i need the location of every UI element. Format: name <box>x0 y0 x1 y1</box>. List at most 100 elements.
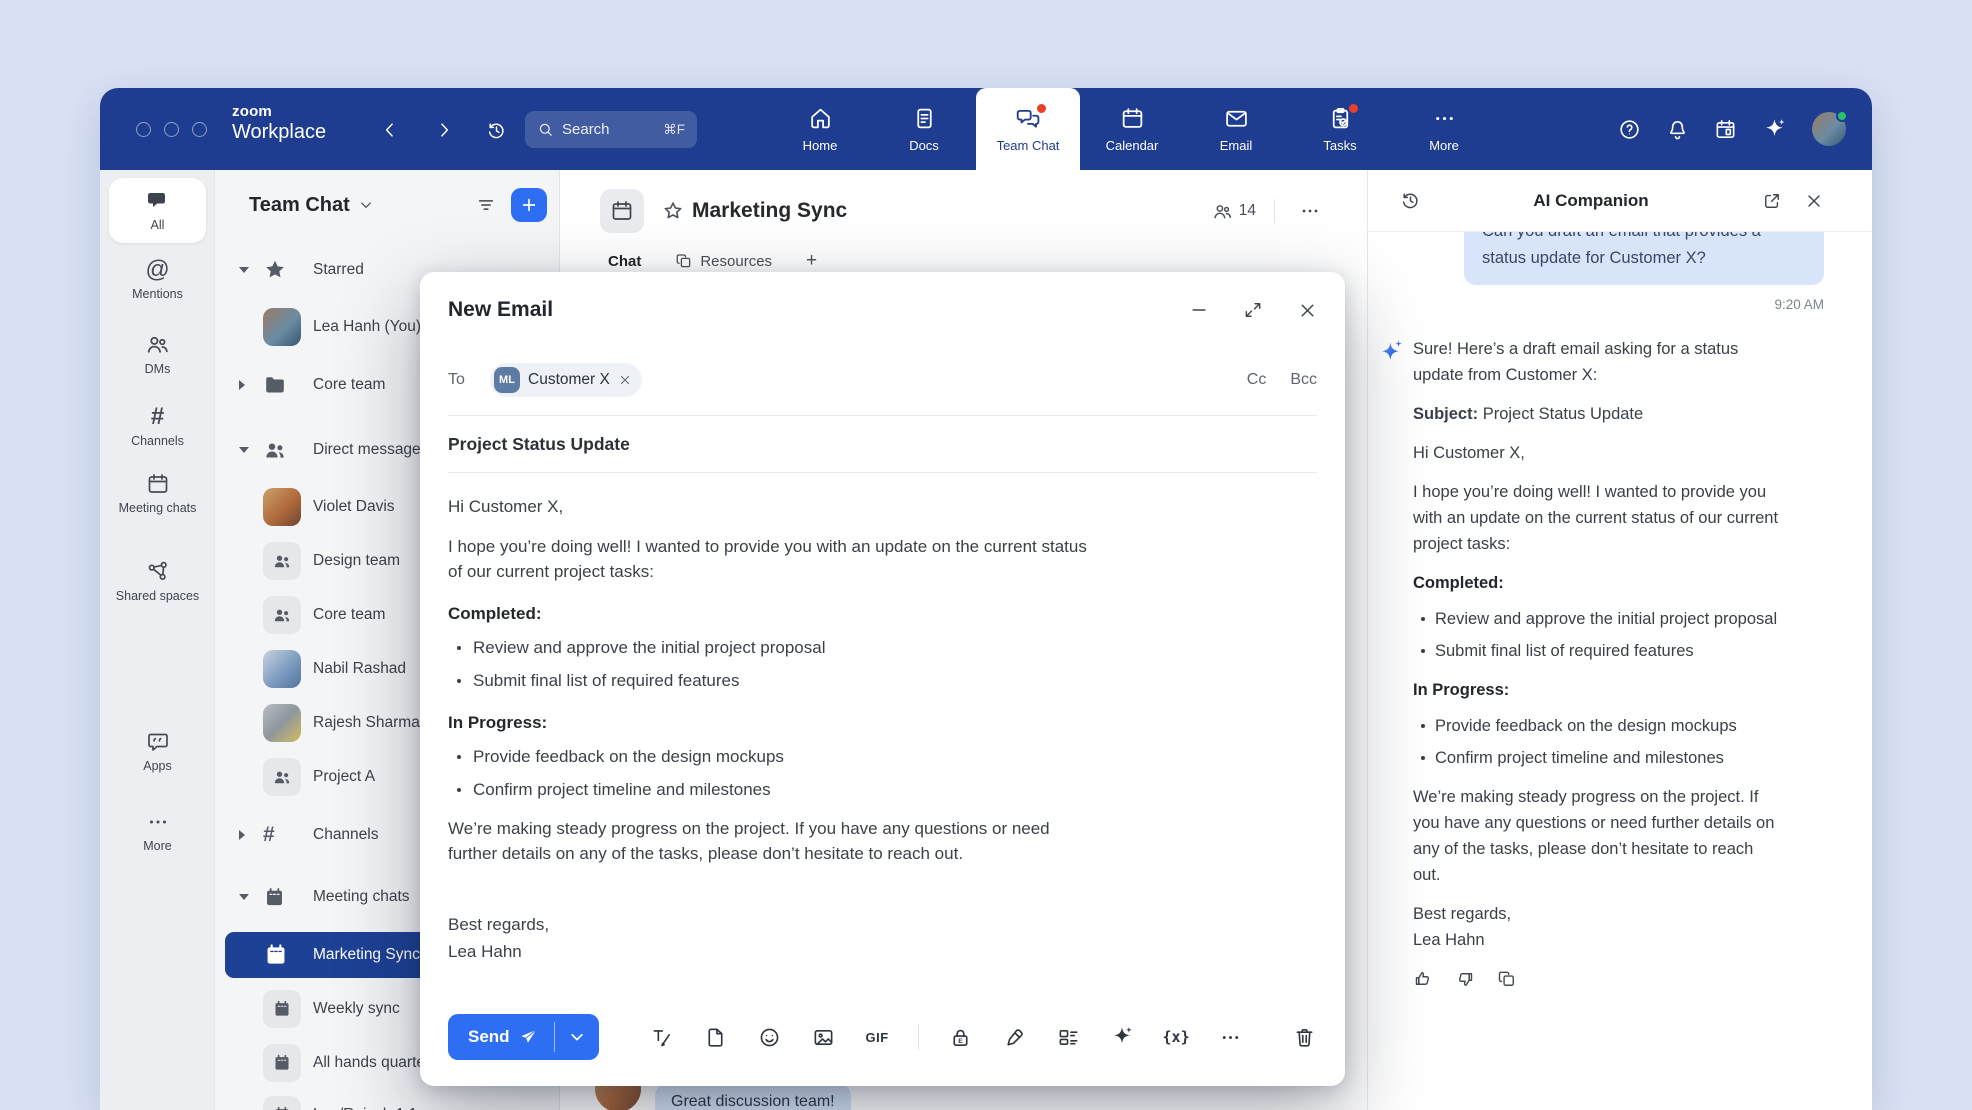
variables-button[interactable]: {x} <box>1163 1024 1189 1050</box>
shared-spaces-icon <box>146 560 170 584</box>
rail-item-channels[interactable]: # Channels <box>100 405 215 450</box>
signature-button[interactable] <box>1001 1024 1027 1050</box>
rail-item-meeting-chats[interactable]: Meeting chats <box>100 472 215 517</box>
close-modal-button[interactable] <box>1293 296 1321 324</box>
calendar-icon <box>1120 106 1145 131</box>
new-email-modal: New Email To ML Customer X Cc Bcc Pr <box>420 272 1345 1086</box>
more-dots-icon <box>146 810 170 834</box>
attach-file-button[interactable] <box>702 1024 728 1050</box>
nav-calendar[interactable]: Calendar <box>1080 88 1184 170</box>
ai-response: Sure! Here’s a draft email asking for a … <box>1413 336 1824 989</box>
navbar-right <box>1618 88 1846 170</box>
people-filled-icon <box>272 605 292 625</box>
people-filled-icon <box>272 767 292 787</box>
group-avatar <box>263 542 301 580</box>
history-button[interactable] <box>482 116 510 144</box>
filter-button[interactable] <box>469 188 503 222</box>
ai-panel-header: AI Companion <box>1368 170 1872 232</box>
maximize-window-button[interactable] <box>192 122 207 137</box>
forward-button[interactable] <box>430 116 458 144</box>
calendar-filled-icon <box>263 942 289 968</box>
encrypt-button[interactable] <box>947 1024 973 1050</box>
copy-button[interactable] <box>1497 969 1517 989</box>
list-item: Submit final list of required features <box>1413 638 1785 664</box>
rail-item-apps[interactable]: Apps <box>100 730 215 775</box>
caret-right-icon[interactable] <box>239 380 245 390</box>
ai-compose-button[interactable] <box>1109 1024 1135 1050</box>
nav-more[interactable]: More <box>1392 88 1496 170</box>
email-body-editor[interactable]: Hi Customer X, I hope you’re doing well!… <box>448 494 1088 979</box>
send-options-button[interactable] <box>555 1014 599 1060</box>
thumbs-up-icon <box>1413 969 1433 989</box>
insert-image-button[interactable] <box>810 1024 836 1050</box>
help-icon <box>1618 118 1641 141</box>
close-window-button[interactable] <box>136 122 151 137</box>
notifications-button[interactable] <box>1666 118 1689 141</box>
caret-down-icon[interactable] <box>239 447 249 453</box>
minimize-window-button[interactable] <box>164 122 179 137</box>
caret-down-icon[interactable] <box>239 267 249 273</box>
toolbar-more-button[interactable] <box>1217 1024 1243 1050</box>
emoji-button[interactable] <box>756 1024 782 1050</box>
message-timestamp: 9:20 AM <box>1413 297 1824 312</box>
nav-team-chat[interactable]: Team Chat <box>976 88 1080 170</box>
back-button[interactable] <box>376 116 404 144</box>
thumbs-down-button[interactable] <box>1455 969 1475 989</box>
nav-tasks[interactable]: Tasks <box>1288 88 1392 170</box>
new-chat-button[interactable] <box>511 188 547 222</box>
modal-title: New Email <box>448 298 553 322</box>
thumbs-up-button[interactable] <box>1413 969 1433 989</box>
rail-item-dms[interactable]: DMs <box>100 332 215 378</box>
avatar <box>263 488 301 526</box>
ai-companion-button[interactable] <box>1762 117 1787 142</box>
subject-label: Subject: <box>1413 405 1478 423</box>
chat-list-title[interactable]: Team Chat <box>249 194 350 217</box>
caret-down-icon[interactable] <box>239 894 249 900</box>
nav-docs[interactable]: Docs <box>872 88 976 170</box>
response-actions <box>1413 969 1785 989</box>
calendar-quick-button[interactable] <box>1714 118 1737 141</box>
search-input[interactable]: Search ⌘F <box>525 111 697 148</box>
gif-icon: GIF <box>865 1030 888 1045</box>
group-avatar <box>263 596 301 634</box>
format-text-icon <box>650 1026 673 1049</box>
layout-icon <box>1057 1026 1080 1049</box>
meeting-avatar <box>263 990 301 1028</box>
profile-avatar[interactable] <box>1812 112 1846 146</box>
expand-modal-button[interactable] <box>1239 296 1267 324</box>
rail-item-all[interactable]: All <box>109 178 206 243</box>
to-field[interactable]: To ML Customer X Cc Bcc <box>448 360 1317 400</box>
ai-panel-title: AI Companion <box>1424 191 1758 211</box>
email-icon <box>1224 106 1249 131</box>
ai-sparkle-icon <box>1378 338 1405 365</box>
chevron-down-icon[interactable] <box>358 197 374 213</box>
filter-icon <box>475 194 497 216</box>
discard-draft-button[interactable] <box>1291 1024 1317 1050</box>
calendar-icon <box>146 472 170 496</box>
minimize-modal-button[interactable] <box>1185 296 1213 324</box>
send-button[interactable]: Send <box>448 1014 554 1060</box>
remove-recipient-button[interactable] <box>618 373 632 387</box>
template-button[interactable] <box>1055 1024 1081 1050</box>
subject-field[interactable]: Project Status Update <box>448 416 1317 472</box>
ai-close-button[interactable] <box>1800 187 1828 215</box>
nav-home[interactable]: Home <box>768 88 872 170</box>
caret-right-icon[interactable] <box>239 830 245 840</box>
format-text-button[interactable] <box>648 1024 674 1050</box>
bcc-button[interactable]: Bcc <box>1290 371 1317 389</box>
rail-item-mentions[interactable]: @ Mentions <box>100 258 215 303</box>
gif-button[interactable]: GIF <box>864 1024 890 1050</box>
chat-row-lea-rajesh[interactable]: Lea/Rajesh 1:1 <box>225 1092 555 1110</box>
ai-history-button[interactable] <box>1396 187 1424 215</box>
window-controls <box>136 122 207 137</box>
recipient-chip[interactable]: ML Customer X <box>490 363 642 397</box>
nav-email[interactable]: Email <box>1184 88 1288 170</box>
cc-button[interactable]: Cc <box>1247 371 1267 389</box>
list-item: Confirm project timeline and milestones <box>448 777 1088 802</box>
rail-item-more[interactable]: More <box>100 810 215 855</box>
help-button[interactable] <box>1618 118 1641 141</box>
rail-item-shared-spaces[interactable]: Shared spaces <box>100 560 215 605</box>
message-bubble: Great discussion team! <box>655 1084 851 1110</box>
list-item: Confirm project timeline and milestones <box>1413 745 1785 771</box>
ai-popout-button[interactable] <box>1758 187 1786 215</box>
